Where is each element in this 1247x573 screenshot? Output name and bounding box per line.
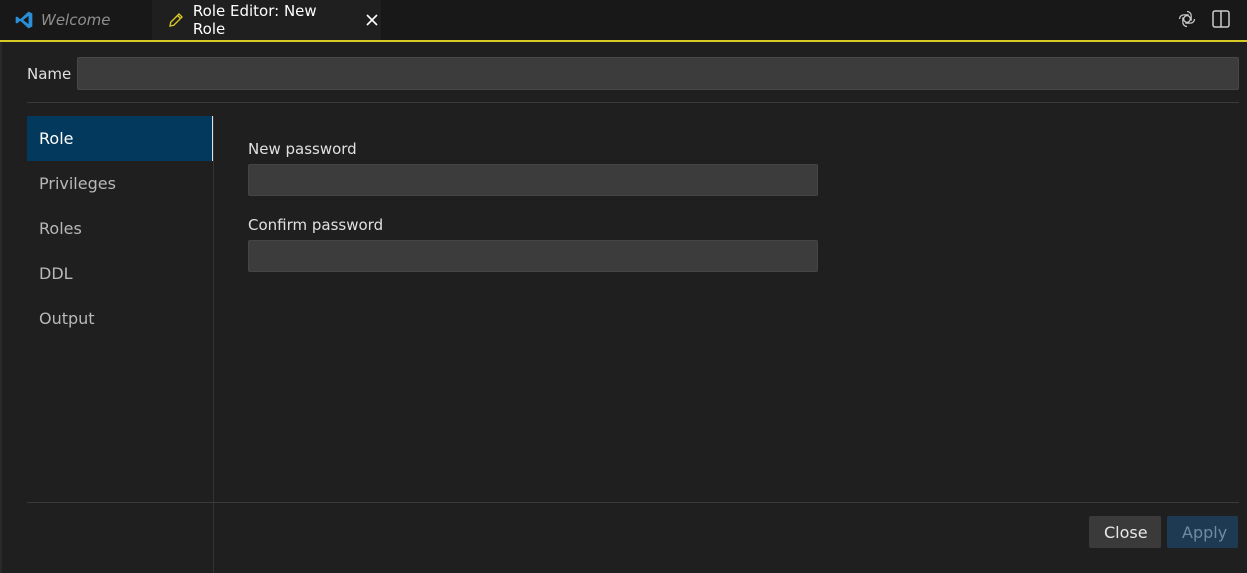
tab-welcome[interactable]: Welcome [0, 0, 152, 40]
divider [27, 502, 1239, 503]
confirm-password-label: Confirm password [248, 216, 384, 234]
tab-bar: Welcome Role Editor: New Role [0, 0, 1247, 40]
sidebar-divider [213, 116, 214, 573]
section-sidebar: Role Privileges Roles DDL Output [27, 116, 214, 573]
sidebar-item-roles[interactable]: Roles [27, 206, 214, 251]
sidebar-item-privileges[interactable]: Privileges [27, 161, 214, 206]
pencil-icon [166, 10, 186, 30]
tab-role-editor[interactable]: Role Editor: New Role [152, 0, 381, 40]
vscode-logo-icon [14, 10, 34, 30]
split-editor-icon[interactable] [1209, 7, 1233, 31]
sidebar-item-output[interactable]: Output [27, 296, 214, 341]
sidebar-item-label: Role [39, 129, 74, 148]
sidebar-item-label: DDL [39, 264, 73, 283]
name-input[interactable] [77, 57, 1239, 90]
sidebar-item-role[interactable]: Role [27, 116, 214, 161]
active-tab-indicator [0, 40, 1247, 42]
apply-button[interactable]: Apply [1167, 516, 1238, 548]
tab-label: Welcome [41, 11, 111, 29]
close-icon[interactable] [363, 11, 381, 29]
new-password-label: New password [248, 140, 357, 158]
editor-actions [1175, 7, 1233, 31]
name-label: Name [27, 64, 72, 83]
dialog-footer: Close Apply [1089, 516, 1238, 548]
activity-edge [0, 42, 2, 573]
role-panel: New password Confirm password [248, 138, 818, 272]
sidebar-item-label: Roles [39, 219, 82, 238]
confirm-password-input[interactable] [248, 240, 818, 272]
name-row: Name [27, 57, 1239, 90]
divider [27, 102, 1239, 103]
chatgpt-icon[interactable] [1175, 7, 1199, 31]
tab-label: Role Editor: New Role [192, 2, 317, 38]
sidebar-item-ddl[interactable]: DDL [27, 251, 214, 296]
new-password-input[interactable] [248, 164, 818, 196]
sidebar-item-label: Output [39, 309, 95, 328]
sidebar-item-label: Privileges [39, 174, 116, 193]
close-button[interactable]: Close [1089, 516, 1161, 548]
